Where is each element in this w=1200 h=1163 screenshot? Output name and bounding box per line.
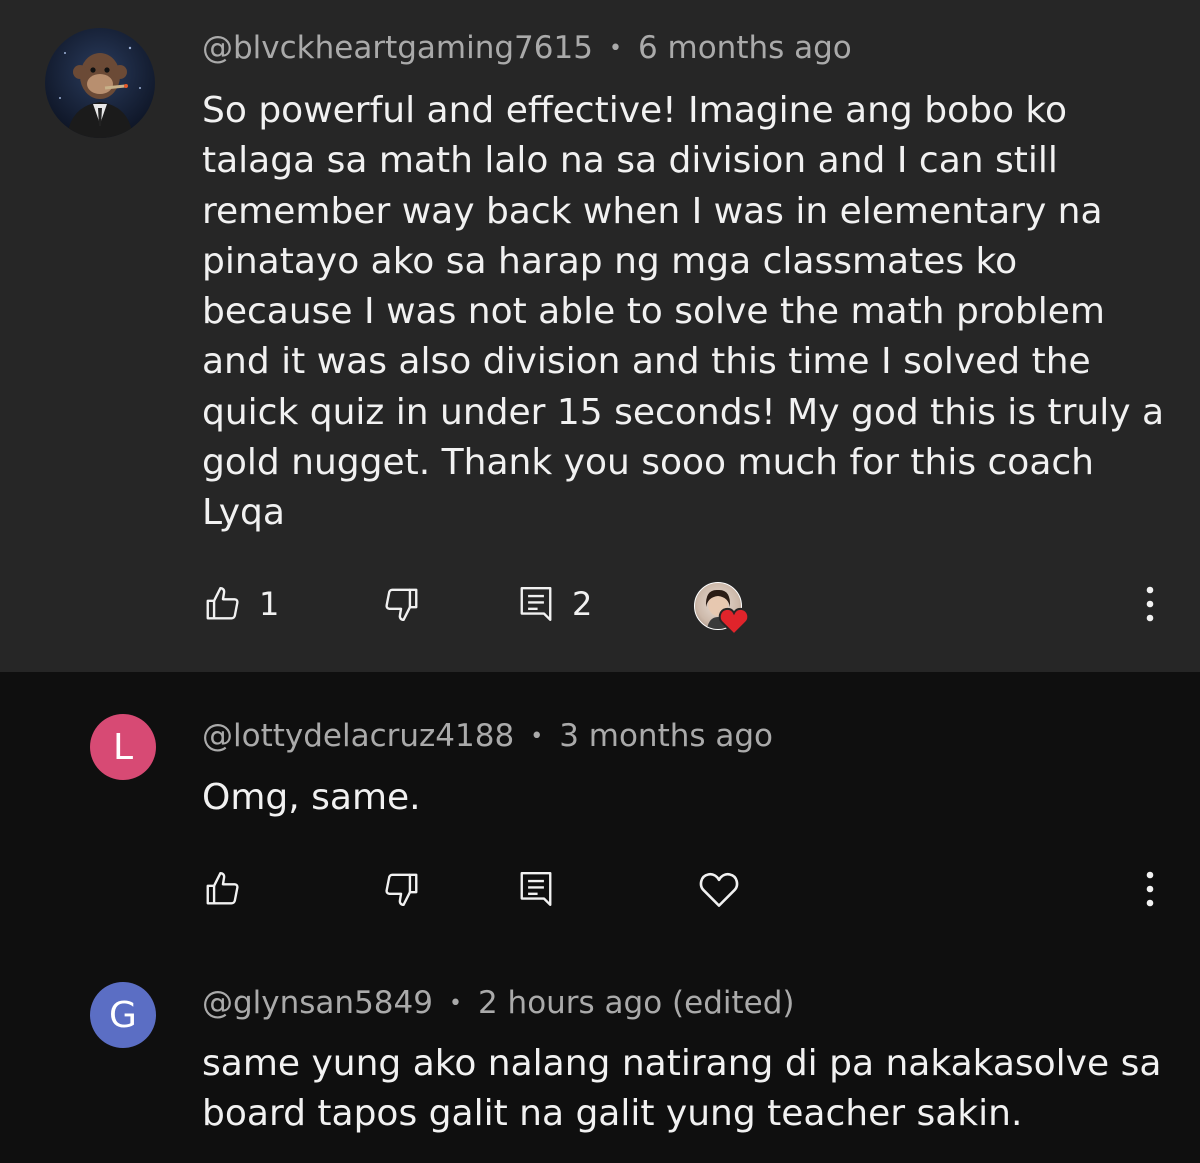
reply-icon: [520, 871, 552, 907]
comment-text-line: same yung ako nalang natirang di pa naka…: [202, 1043, 1162, 1084]
like-button[interactable]: 1: [203, 574, 279, 634]
comment-reply: G @glynsan5849 • 2 hours ago (edited) sa…: [0, 952, 1200, 1163]
separator-dot: •: [448, 990, 462, 1016]
reply-count: 2: [572, 585, 593, 623]
more-vertical-icon: [1146, 586, 1154, 622]
author-handle[interactable]: @glynsan5849: [202, 985, 433, 1021]
comment-meta: @blvckheartgaming7615 • 6 months ago: [202, 30, 852, 66]
more-vertical-icon: [1146, 871, 1154, 907]
reply-icon: [520, 586, 552, 622]
dislike-button[interactable]: [383, 859, 421, 919]
comment-text-line: talaga sa math lalo na sa division and I…: [202, 140, 1058, 182]
more-options-button[interactable]: [1134, 867, 1166, 911]
dislike-button[interactable]: [383, 574, 421, 634]
comment-text: So powerful and effective! Imagine ang b…: [202, 86, 1177, 539]
reply-button[interactable]: [518, 859, 554, 919]
comment-highlighted: @blvckheartgaming7615 • 6 months ago So …: [0, 0, 1200, 672]
comment-text-line: Lyqa: [202, 492, 285, 534]
comment-timestamp[interactable]: 6 months ago: [638, 30, 852, 66]
comment-text-line: quick quiz in under 15 seconds! My god t…: [202, 391, 1165, 433]
avatar[interactable]: L: [90, 714, 156, 780]
comment-text-line: gold nugget. Thank you sooo much for thi…: [202, 442, 1095, 484]
like-button[interactable]: [203, 859, 241, 919]
comment-meta: @glynsan5849 • 2 hours ago (edited): [202, 985, 795, 1021]
thumbs-up-icon: [206, 586, 239, 620]
comment-text-line: and it was also division and this time I…: [202, 341, 1091, 383]
comment-text-line: Omg, same.: [202, 777, 421, 818]
separator-dot: •: [608, 35, 622, 61]
reply-button[interactable]: 2: [518, 574, 592, 634]
heart-icon: [718, 607, 750, 636]
heart-button[interactable]: [698, 859, 740, 919]
comment-timestamp[interactable]: 2 hours ago (edited): [478, 985, 795, 1021]
comment-actions: 1 2: [0, 574, 1200, 636]
separator-dot: •: [530, 723, 544, 749]
comment-text-line: So powerful and effective! Imagine ang b…: [202, 90, 1068, 131]
comment-text-line: pinatayo ako sa harap ng mga classmates …: [202, 240, 1018, 282]
creator-heart-badge: [694, 582, 752, 640]
thumbs-down-icon: [385, 588, 418, 622]
comment-timestamp[interactable]: 3 months ago: [559, 718, 773, 754]
avatar-letter: G: [109, 994, 137, 1036]
like-count: 1: [259, 585, 280, 623]
comment-text-line: because I was not able to solve the math…: [202, 291, 1105, 333]
avatar-letter: L: [112, 726, 134, 768]
author-handle[interactable]: @blvckheartgaming7615: [202, 30, 593, 66]
heart-outline-icon: [699, 872, 739, 907]
comment-text-line: remember way back when I was in elementa…: [202, 190, 1103, 232]
more-options-button[interactable]: [1134, 582, 1166, 626]
comment-meta: @lottydelacruz4188 • 3 months ago: [202, 718, 773, 754]
comment-text-line: board tapos galit na galit yung teacher …: [202, 1093, 1023, 1135]
comment-actions: [0, 859, 1200, 919]
monkey-avatar-icon[interactable]: [45, 28, 155, 138]
thumbs-down-icon: [385, 873, 418, 907]
avatar[interactable]: G: [90, 982, 156, 1048]
thumbs-up-icon: [206, 871, 239, 905]
comment-reply: L @lottydelacruz4188 • 3 months ago Omg,…: [0, 672, 1200, 952]
comment-text: Omg, same.: [202, 773, 1177, 823]
author-handle[interactable]: @lottydelacruz4188: [202, 718, 514, 754]
comment-text: same yung ako nalang natirang di pa naka…: [202, 1039, 1177, 1140]
